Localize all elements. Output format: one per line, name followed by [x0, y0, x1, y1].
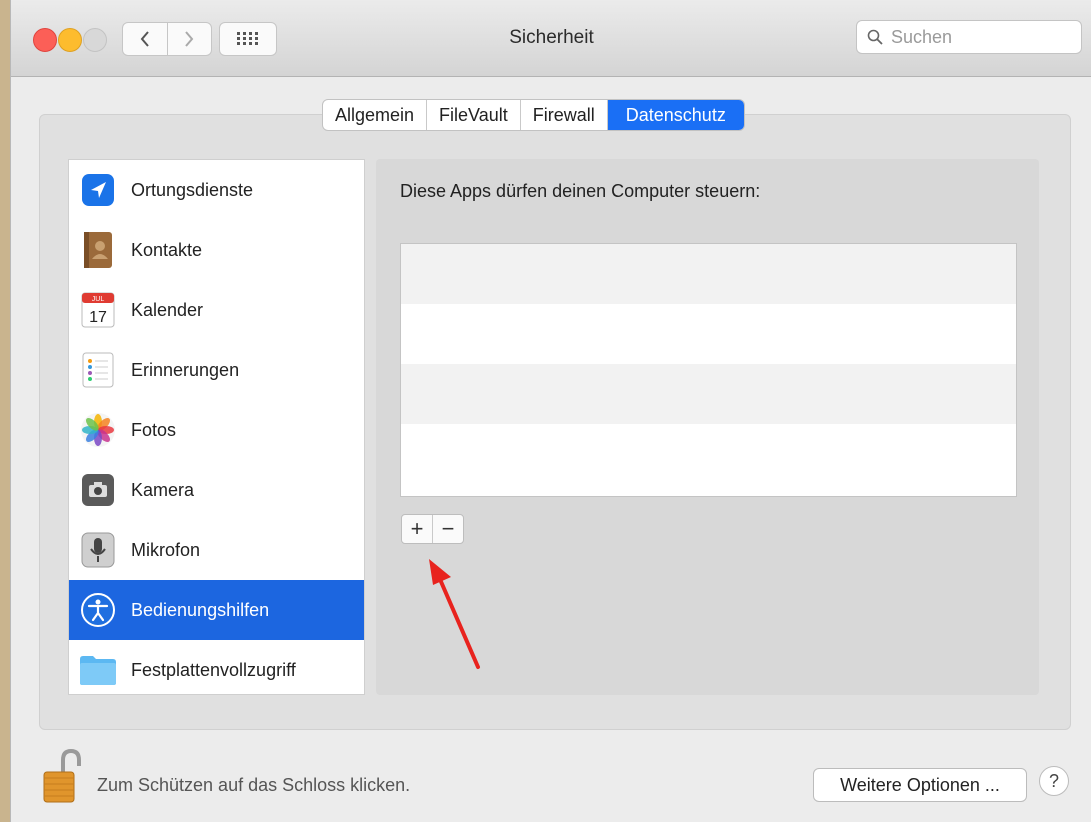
list-row: [401, 424, 1016, 484]
lock-button[interactable]: [41, 748, 81, 804]
list-row: [401, 304, 1016, 364]
sidebar-item-label: Mikrofon: [131, 539, 201, 560]
sidebar-item-kontakte[interactable]: Kontakte: [69, 220, 364, 280]
help-button[interactable]: ?: [1039, 766, 1069, 796]
calendar-month-text: JUL: [92, 296, 105, 303]
sidebar-item-mikrofon[interactable]: Mikrofon: [69, 520, 364, 580]
camera-icon: [79, 471, 117, 509]
sidebar-item-label: Kalender: [131, 299, 204, 320]
annotation-arrow-icon: [429, 559, 480, 669]
app-list[interactable]: [400, 243, 1017, 497]
search-icon: [867, 29, 883, 45]
sidebar-item-label: Kamera: [131, 479, 195, 500]
reminders-icon: [79, 351, 117, 389]
sidebar-item-festplattenvollzugriff[interactable]: Festplattenvollzugriff: [69, 640, 364, 694]
sidebar-item-bedienungshilfen[interactable]: Bedienungshilfen: [69, 580, 364, 640]
privacy-category-list: Ortungsdienste Kontakte JUL 17 Kalender: [68, 159, 365, 695]
tab-datenschutz[interactable]: Datenschutz: [607, 100, 744, 130]
title-bar: Sicherheit: [11, 0, 1091, 77]
calendar-icon: JUL 17: [79, 291, 117, 329]
search-field[interactable]: [856, 20, 1082, 54]
list-row: [401, 244, 1016, 304]
sidebar-item-label: Bedienungshilfen: [131, 599, 270, 620]
remove-app-button[interactable]: −: [432, 515, 463, 543]
microphone-icon: [79, 531, 117, 569]
sidebar-item-kamera[interactable]: Kamera: [69, 460, 364, 520]
sidebar-item-label: Fotos: [131, 419, 177, 440]
detail-heading: Diese Apps dürfen deinen Computer steuer…: [400, 181, 761, 201]
unlocked-padlock-icon: [43, 748, 81, 803]
sidebar-item-label: Erinnerungen: [131, 359, 240, 380]
tab-firewall[interactable]: Firewall: [521, 100, 608, 130]
calendar-day-text: 17: [89, 309, 107, 326]
sidebar-item-label: Ortungsdienste: [131, 179, 254, 200]
add-app-button[interactable]: +: [402, 515, 432, 543]
add-remove-buttons: + −: [401, 514, 464, 544]
search-input[interactable]: [889, 25, 1073, 49]
sidebar-item-ortungsdienste[interactable]: Ortungsdienste: [69, 160, 364, 220]
photos-icon: [79, 411, 117, 449]
tab-bar: Allgemein FileVault Firewall Datenschutz: [322, 99, 745, 131]
tab-filevault[interactable]: FileVault: [427, 100, 521, 130]
contacts-icon: [79, 231, 117, 269]
accessibility-icon: [79, 591, 117, 629]
lock-hint-text: Zum Schützen auf das Schloss klicken.: [97, 775, 411, 795]
tab-allgemein[interactable]: Allgemein: [323, 100, 428, 130]
sidebar-item-label: Kontakte: [131, 239, 203, 260]
system-preferences-window: Sicherheit Allgemein FileVault Firewall …: [10, 0, 1091, 822]
folder-icon: [79, 651, 117, 689]
more-options-button[interactable]: Weitere Optionen ...: [813, 768, 1027, 802]
sidebar-item-label: Festplattenvollzugriff: [131, 659, 296, 680]
sidebar-item-fotos[interactable]: Fotos: [69, 400, 364, 460]
list-row: [401, 364, 1016, 424]
location-icon: [79, 171, 117, 209]
sidebar-item-kalender[interactable]: JUL 17 Kalender: [69, 280, 364, 340]
sidebar-item-erinnerungen[interactable]: Erinnerungen: [69, 340, 364, 400]
